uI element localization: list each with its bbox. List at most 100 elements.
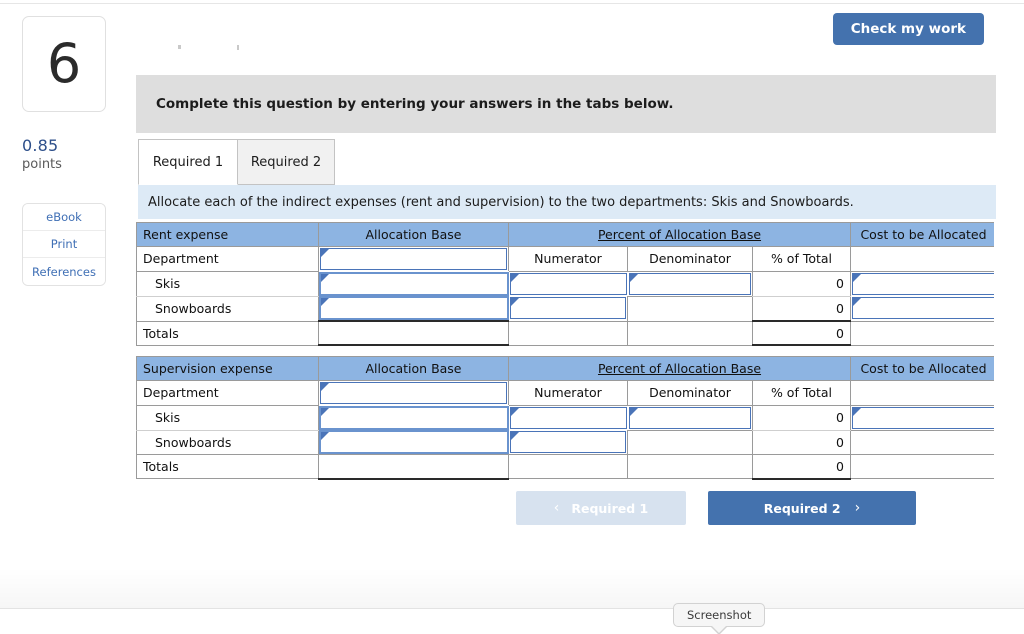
skis-allocation-base-input-cell[interactable]	[318, 405, 509, 430]
supervision-expense-title: Supervision expense	[136, 356, 319, 381]
next-requirement-label: Required 2	[763, 500, 841, 516]
references-button[interactable]: References	[23, 258, 105, 285]
tab-required-2[interactable]: Required 2	[237, 139, 335, 185]
department-subheader: Department	[136, 380, 319, 406]
snowboards-denominator-cell[interactable]	[627, 429, 753, 455]
dropdown-triangle-icon	[853, 298, 861, 307]
skis-allocation-base-input[interactable]	[319, 405, 509, 430]
allocation-base-department-input[interactable]	[320, 382, 507, 404]
totals-denominator-cell	[627, 454, 753, 479]
rent-expense-table: Rent expense Allocation Base Percent of …	[136, 222, 994, 346]
ebook-button[interactable]: eBook	[23, 204, 105, 231]
table-row: Skis 0	[136, 404, 994, 431]
points-block: 0.85 points	[22, 136, 122, 172]
percent-of-allocation-base-header: Percent of Allocation Base	[508, 356, 851, 381]
skis-allocation-base-input-cell[interactable]	[318, 271, 509, 296]
percent-of-total-subheader: % of Total	[752, 380, 851, 406]
snowboards-allocation-base-input-cell[interactable]	[318, 296, 509, 321]
denominator-subheader: Denominator	[627, 246, 753, 272]
row-label-totals: Totals	[136, 454, 319, 479]
skis-numerator-input-cell[interactable]	[508, 271, 628, 296]
snowboards-allocation-base-input[interactable]	[319, 296, 509, 320]
tab-required-1[interactable]: Required 1	[138, 139, 238, 185]
chevron-left-icon: ‹	[553, 500, 560, 516]
table-row: Snowboards 0	[136, 295, 994, 322]
question-number: 6	[46, 32, 82, 95]
snowboards-denominator-cell[interactable]	[627, 295, 753, 322]
skis-allocation-base-input[interactable]	[319, 271, 509, 296]
snowboards-cost-allocated-cell[interactable]	[850, 429, 994, 455]
skis-numerator-input[interactable]	[509, 406, 627, 429]
totals-cost-allocated-cell	[850, 454, 994, 479]
snowboards-cost-allocated-input[interactable]	[852, 297, 994, 320]
print-button[interactable]: Print	[23, 231, 105, 258]
table-totals-row: Totals 0	[136, 320, 994, 346]
dropdown-triangle-icon	[321, 298, 329, 306]
percent-of-allocation-base-header: Percent of Allocation Base	[508, 222, 851, 247]
allocation-base-department-input-cell[interactable]	[318, 246, 509, 271]
skis-denominator-input-cell[interactable]	[627, 405, 753, 430]
rent-expense-title: Rent expense	[136, 222, 319, 247]
snowboards-numerator-input[interactable]	[509, 297, 626, 320]
totals-percent-of-total: 0	[752, 320, 851, 346]
dropdown-triangle-icon	[629, 407, 638, 416]
row-label-totals: Totals	[136, 320, 319, 346]
snowboards-numerator-input-cell[interactable]	[508, 430, 628, 455]
next-requirement-button[interactable]: Required 2 ›	[708, 491, 916, 525]
snowboards-numerator-input[interactable]	[509, 431, 626, 453]
skis-denominator-input-cell[interactable]	[627, 271, 753, 296]
row-label-skis: Skis	[136, 404, 319, 431]
table-subheader-row: Department Numerator Denominator % of To…	[136, 246, 994, 272]
snowboards-numerator-input-cell[interactable]	[508, 296, 628, 321]
skis-denominator-input[interactable]	[628, 406, 751, 429]
totals-numerator-cell	[508, 454, 628, 479]
table-row: Skis 0	[136, 270, 994, 297]
question-number-box: 6	[22, 16, 106, 112]
dropdown-triangle-icon	[510, 273, 519, 282]
skis-denominator-input[interactable]	[628, 272, 751, 295]
numerator-subheader: Numerator	[508, 380, 628, 406]
skis-numerator-input[interactable]	[509, 272, 627, 295]
table-subheader-row: Department Numerator Denominator % of To…	[136, 380, 994, 406]
totals-denominator-cell	[627, 320, 753, 346]
snowboards-allocation-base-input-cell[interactable]	[318, 430, 509, 455]
totals-cost-allocated-cell	[850, 320, 994, 346]
requirement-navigation: ‹ Required 1 Required 2 ›	[516, 491, 936, 525]
instruction-banner-text: Complete this question by entering your …	[156, 96, 674, 112]
skis-percent-of-total: 0	[752, 404, 851, 431]
totals-allocation-base-cell	[318, 320, 509, 346]
dropdown-triangle-icon	[321, 249, 329, 257]
cost-subheader-blank	[850, 246, 994, 272]
dropdown-triangle-icon	[321, 383, 329, 391]
requirement-instruction-text: Allocate each of the indirect expenses (…	[148, 194, 854, 210]
worksheet-scroll-region[interactable]: Rent expense Allocation Base Percent of …	[136, 222, 994, 484]
department-subheader: Department	[136, 246, 319, 272]
snowboards-percent-of-total: 0	[752, 295, 851, 322]
skis-cost-allocated-input-cell[interactable]	[850, 405, 994, 430]
allocation-base-department-input[interactable]	[320, 248, 507, 270]
tab-bar: Required 1 Required 2	[136, 139, 996, 185]
snowboards-cost-allocated-input-cell[interactable]	[850, 296, 994, 321]
dropdown-triangle-icon	[321, 273, 329, 282]
screenshot-tooltip: Screenshot	[673, 603, 766, 634]
main-content: Complete this question by entering your …	[136, 0, 1024, 634]
resource-button-group: eBook Print References	[22, 203, 106, 286]
points-value: 0.85	[22, 136, 59, 155]
skis-cost-allocated-input-cell[interactable]	[850, 271, 994, 296]
totals-allocation-base-cell	[318, 454, 509, 480]
prev-requirement-label: Required 1	[571, 500, 649, 516]
cost-to-be-allocated-header: Cost to be Allocated	[850, 222, 994, 247]
allocation-base-header: Allocation Base	[318, 222, 509, 247]
skis-cost-allocated-input[interactable]	[852, 406, 994, 429]
skis-cost-allocated-input[interactable]	[852, 272, 994, 295]
allocation-base-department-input-cell[interactable]	[318, 380, 509, 405]
prev-requirement-button[interactable]: ‹ Required 1	[516, 491, 686, 525]
chevron-right-icon: ›	[854, 500, 861, 516]
table-row: Snowboards 0	[136, 429, 994, 455]
snowboards-allocation-base-input[interactable]	[319, 430, 509, 454]
points-label: points	[22, 157, 62, 172]
cost-subheader-blank	[850, 380, 994, 406]
dropdown-triangle-icon	[629, 273, 638, 282]
dropdown-triangle-icon	[510, 407, 519, 416]
skis-numerator-input-cell[interactable]	[508, 405, 628, 430]
